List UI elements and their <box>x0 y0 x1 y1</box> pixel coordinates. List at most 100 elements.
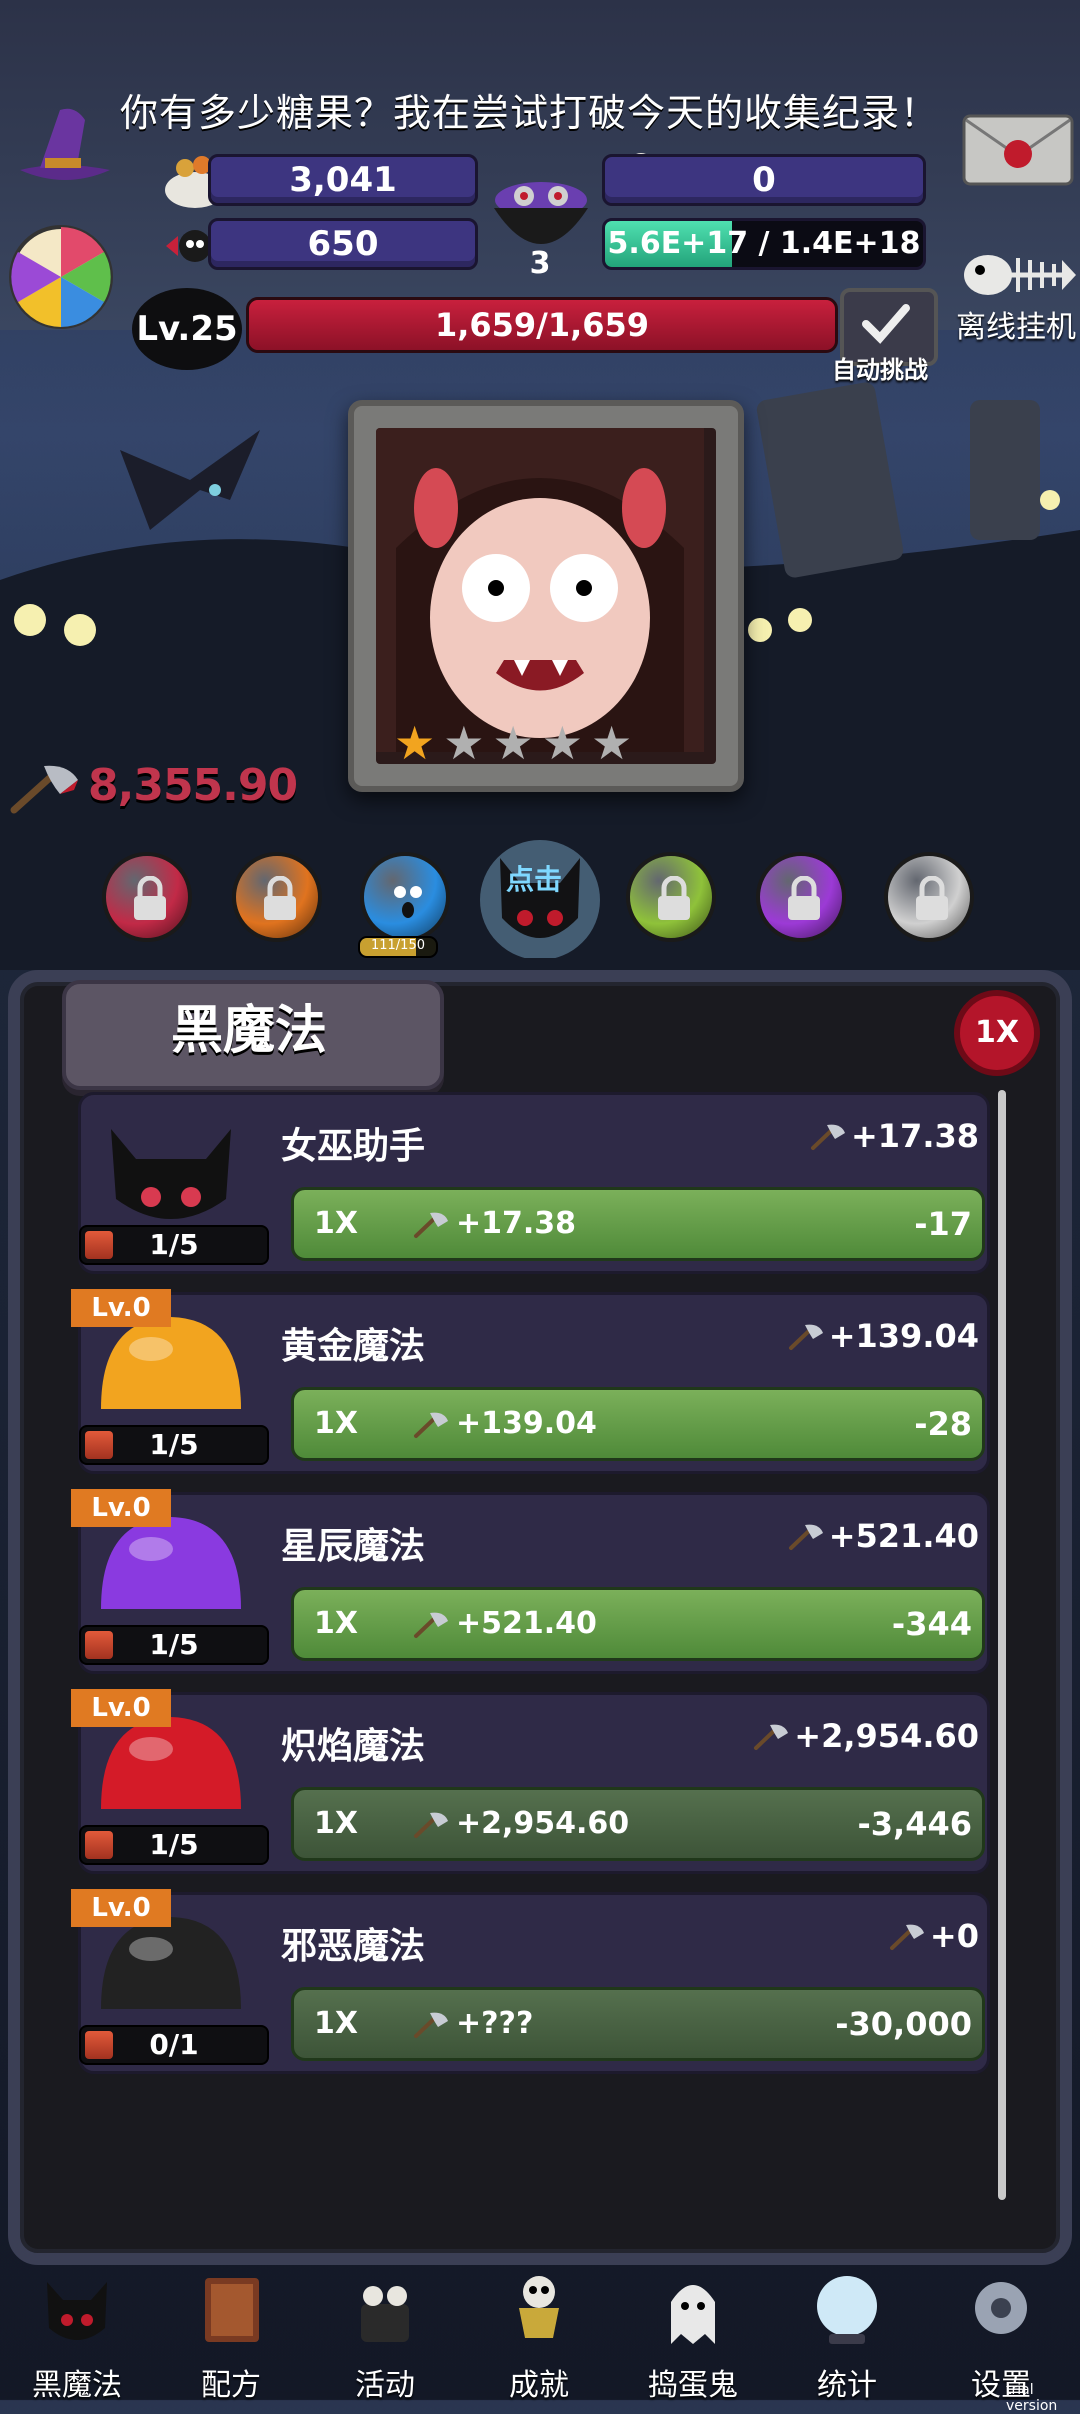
multiplier-toggle-button[interactable]: 1X <box>954 990 1040 1076</box>
candy-amount: 3,041 <box>208 154 478 206</box>
level-tag: Lv.0 <box>71 1889 171 1927</box>
magic-orb-2[interactable] <box>232 852 322 942</box>
orb-progress-text: 111/150 <box>370 938 425 953</box>
upgrade-gain-value: +??? <box>456 2006 534 2041</box>
level-tag: Lv.0 <box>71 1289 171 1327</box>
magic-dps: +521.40 <box>787 1517 979 1555</box>
upgrade-cost: -344 <box>891 1605 972 1643</box>
magic-count-text: 1/5 <box>149 1228 199 1261</box>
magic-count-text: 1/5 <box>149 1828 199 1861</box>
skull-candy-amount: 650 <box>208 218 478 270</box>
upgrade-cost: -3,446 <box>857 1805 973 1843</box>
recipe-book-icon <box>205 2278 259 2342</box>
magic-orb-1[interactable] <box>102 852 192 942</box>
axe-icon <box>810 1124 845 1150</box>
magic-count-text: 1/5 <box>149 1428 199 1461</box>
scared-face-icon <box>394 886 422 918</box>
magic-dps-value: +521.40 <box>828 1517 979 1555</box>
upgrade-multiplier: 1X <box>314 1806 359 1841</box>
upgrade-cost: -28 <box>914 1405 972 1443</box>
nav-item-7[interactable]: 设置 <box>924 2260 1078 2403</box>
star-filled-icon: ★ <box>394 716 436 770</box>
upgrade-button[interactable]: 1X +2,954.60 -3,446 <box>291 1787 985 1861</box>
magic-count-text: 1/5 <box>149 1628 199 1661</box>
nav-item-2[interactable]: 配方 <box>154 2260 308 2403</box>
magic-dps: +2,954.60 <box>752 1717 979 1755</box>
axe-icon <box>414 1412 448 1438</box>
upgrade-gain: +17.38 <box>412 1190 576 1258</box>
axe-icon <box>414 2012 448 2038</box>
upgrade-gain-value: +2,954.60 <box>456 1806 630 1841</box>
magic-dps: +17.38 <box>809 1117 979 1155</box>
magic-row: Lv.0 1/5 星辰魔法 +521.40 1X +521.40 -344 <box>71 1489 990 1674</box>
magic-dps-value: +2,954.60 <box>794 1717 979 1755</box>
growth-progress-bar: 5.6E+17 / 1.4E+18 <box>602 218 926 270</box>
magic-row: Lv.0 0/1 邪恶魔法 +0 1X +??? -30,000 <box>71 1889 990 2074</box>
magic-dps: +0 <box>888 1917 979 1955</box>
panel-scrollbar[interactable] <box>998 1090 1006 2200</box>
bone-amount: 0 <box>602 154 926 206</box>
nav-item-6[interactable]: 统计 <box>770 2260 924 2403</box>
witch-hat-icon <box>20 108 110 180</box>
magic-count-bar: 1/5 <box>79 1625 269 1665</box>
magic-dps-value: +17.38 <box>850 1117 979 1155</box>
magic-dps-value: +0 <box>929 1917 979 1955</box>
star-empty-icon: ★ <box>443 716 485 770</box>
magic-orb-7[interactable] <box>884 852 974 942</box>
nav-item-1[interactable]: 黑魔法 <box>0 2260 154 2403</box>
axe-icon <box>414 1812 448 1838</box>
nav-item-5[interactable]: 捣蛋鬼 <box>616 2260 770 2403</box>
click-label[interactable]: 点击 <box>506 858 562 898</box>
magic-orb-3[interactable] <box>360 852 450 942</box>
upgrade-gain: +139.04 <box>412 1390 597 1458</box>
cauldron-count: 3 <box>529 246 551 281</box>
level-tag: Lv.0 <box>71 1489 171 1527</box>
upgrade-multiplier: 1X <box>314 1206 359 1241</box>
character-image <box>376 428 716 764</box>
nav-item-4[interactable]: 成就 <box>462 2260 616 2403</box>
magic-dps-value: +139.04 <box>828 1317 979 1355</box>
magic-name: 女巫助手 <box>281 1126 426 1167</box>
lock-icon <box>264 876 296 920</box>
upgrade-cost: -30,000 <box>835 2005 972 2043</box>
lock-icon <box>658 876 690 920</box>
growth-progress-text: 5.6E+17 / 1.4E+18 <box>607 226 921 261</box>
magic-name: 星辰魔法 <box>281 1526 426 1567</box>
nav-label: 统计 <box>817 2368 877 2403</box>
magic-row: 1/5 女巫助手 +17.38 1X +17.38 -17 <box>78 1092 990 1274</box>
axe-damage-icon <box>10 765 78 814</box>
upgrade-multiplier: 1X <box>314 1606 359 1641</box>
magic-count-text: 0/1 <box>149 2028 199 2061</box>
gear-icon <box>975 2282 1027 2334</box>
upgrade-cost: -17 <box>914 1205 972 1243</box>
lock-icon <box>916 876 948 920</box>
magic-count-bar: 1/5 <box>79 1825 269 1865</box>
level-tag: Lv.0 <box>71 1689 171 1727</box>
mail-icon[interactable] <box>962 110 1074 188</box>
upgrade-gain: +521.40 <box>412 1590 597 1658</box>
upgrade-gain: +??? <box>412 1990 533 2058</box>
fish-bone-icon[interactable] <box>958 240 1078 310</box>
magic-icon <box>111 1129 231 1219</box>
magic-name: 邪恶魔法 <box>281 1926 426 1967</box>
magic-orb-5[interactable] <box>626 852 716 942</box>
magic-orb-6[interactable] <box>756 852 846 942</box>
crystal-ball-icon <box>817 2276 877 2344</box>
upgrade-button[interactable]: 1X +139.04 -28 <box>291 1387 985 1461</box>
nav-label: 活动 <box>355 2368 415 2403</box>
upgrade-button[interactable]: 1X +??? -30,000 <box>291 1987 985 2061</box>
axe-icon <box>754 1724 789 1750</box>
axe-icon <box>414 1612 448 1638</box>
upgrade-button[interactable]: 1X +521.40 -344 <box>291 1587 985 1661</box>
upgrade-button[interactable]: 1X +17.38 -17 <box>291 1187 985 1261</box>
orb-progress-bar: 111/150 <box>358 936 438 958</box>
upgrade-gain-value: +521.40 <box>456 1606 597 1641</box>
panel-title: 黑魔法 <box>170 1001 327 1061</box>
character-star-rating: ★ ★ ★ ★ ★ <box>394 720 632 766</box>
upgrade-gain-value: +139.04 <box>456 1406 597 1441</box>
nav-item-3[interactable]: 活动 <box>308 2260 462 2403</box>
speech-text: 你有多少糖果？我在尝试打破今天的收集纪录！ <box>120 91 940 135</box>
magic-row: Lv.0 1/5 炽焰魔法 +2,954.60 1X +2,954.60 -3,446 <box>71 1689 990 1874</box>
character-portrait[interactable]: ★ ★ ★ ★ ★ <box>348 400 744 792</box>
candy-ball-icon[interactable] <box>6 222 116 332</box>
